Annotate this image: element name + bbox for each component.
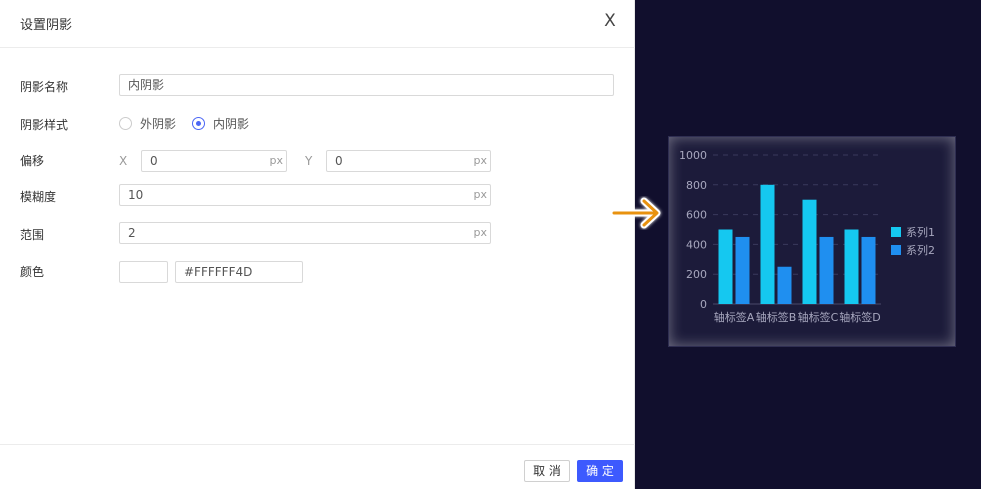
radio-outer-shadow-label: 外阴影 <box>140 117 177 131</box>
x-tick-label: 轴标签A <box>714 310 755 324</box>
legend-label: 系列1 <box>906 225 935 239</box>
offset-y-unit: px <box>473 154 488 167</box>
offset-y-value: 0 <box>335 154 343 168</box>
shadow-style-label: 阴影样式 <box>20 118 69 132</box>
bar-1-0 <box>718 229 733 304</box>
y-tick-label: 1000 <box>679 149 707 162</box>
y-tick-label: 200 <box>686 268 707 281</box>
spread-value: 2 <box>128 226 136 240</box>
spread-label: 范围 <box>20 228 45 242</box>
blur-unit: px <box>473 188 488 201</box>
color-label: 颜色 <box>20 265 45 279</box>
offset-x-unit: px <box>269 154 284 167</box>
bar-1-3 <box>844 229 859 304</box>
blur-input[interactable]: 10 px <box>119 184 491 206</box>
offset-label: 偏移 <box>20 154 45 168</box>
spread-unit: px <box>473 226 488 239</box>
chart-preview-card: 0 200 400 600 800 1000 轴标签A 轴标签B 轴标签C 轴标签D 系列1 系列2 <box>668 136 956 347</box>
x-tick-label: 轴标签D <box>839 310 880 324</box>
legend-label: 系列2 <box>906 243 935 257</box>
confirm-button[interactable]: 确 定 <box>577 460 623 482</box>
blur-label: 模糊度 <box>20 190 57 204</box>
y-tick-label: 600 <box>686 209 707 222</box>
dialog-header: 设置阴影 X <box>0 0 635 48</box>
dialog-footer: 取 消 确 定 <box>0 444 635 489</box>
bar-2-2 <box>819 236 834 304</box>
y-tick-label: 800 <box>686 179 707 192</box>
arrow-right-icon <box>610 197 661 229</box>
x-tick-label: 轴标签C <box>798 310 839 324</box>
y-tick-label: 400 <box>686 238 707 251</box>
x-tick-label: 轴标签B <box>756 310 797 324</box>
offset-y-input[interactable]: 0 px <box>326 150 491 172</box>
bar-1-2 <box>802 199 817 304</box>
offset-x-value: 0 <box>150 154 158 168</box>
bar-chart: 0 200 400 600 800 1000 轴标签A 轴标签B 轴标签C 轴标签D 系列1 系列2 <box>679 149 935 324</box>
cancel-button[interactable]: 取 消 <box>524 460 570 482</box>
legend-swatch <box>891 245 901 255</box>
color-swatch[interactable] <box>119 261 168 283</box>
blur-value: 10 <box>128 188 144 202</box>
spread-input[interactable]: 2 px <box>119 222 491 244</box>
bar-2-3 <box>861 236 876 304</box>
offset-x-input[interactable]: 0 px <box>141 150 287 172</box>
y-tick-label: 0 <box>700 298 707 311</box>
bar-1-1 <box>760 184 775 304</box>
color-hex-input[interactable]: #FFFFFF4D <box>175 261 303 283</box>
bar-2-0 <box>735 236 750 304</box>
shadow-settings-dialog: 设置阴影 X 阴影名称 内阴影 阴影样式 外阴影 内阴影 偏移 X 0 px Y… <box>0 0 635 489</box>
offset-x-tag: X <box>119 154 128 168</box>
bar-2-1 <box>777 266 792 304</box>
shadow-name-label: 阴影名称 <box>20 80 69 94</box>
shadow-name-input[interactable]: 内阴影 <box>119 74 614 96</box>
radio-outer-shadow[interactable]: 外阴影 <box>119 115 176 132</box>
radio-inner-shadow-label: 内阴影 <box>213 117 250 131</box>
dialog-title: 设置阴影 <box>20 18 73 33</box>
offset-y-tag: Y <box>305 154 313 168</box>
radio-outer-shadow-dot[interactable] <box>119 117 132 130</box>
legend-swatch <box>891 227 901 237</box>
close-icon[interactable]: X <box>603 12 617 30</box>
radio-inner-shadow-dot[interactable] <box>192 117 205 130</box>
radio-inner-shadow[interactable]: 内阴影 <box>192 115 249 132</box>
